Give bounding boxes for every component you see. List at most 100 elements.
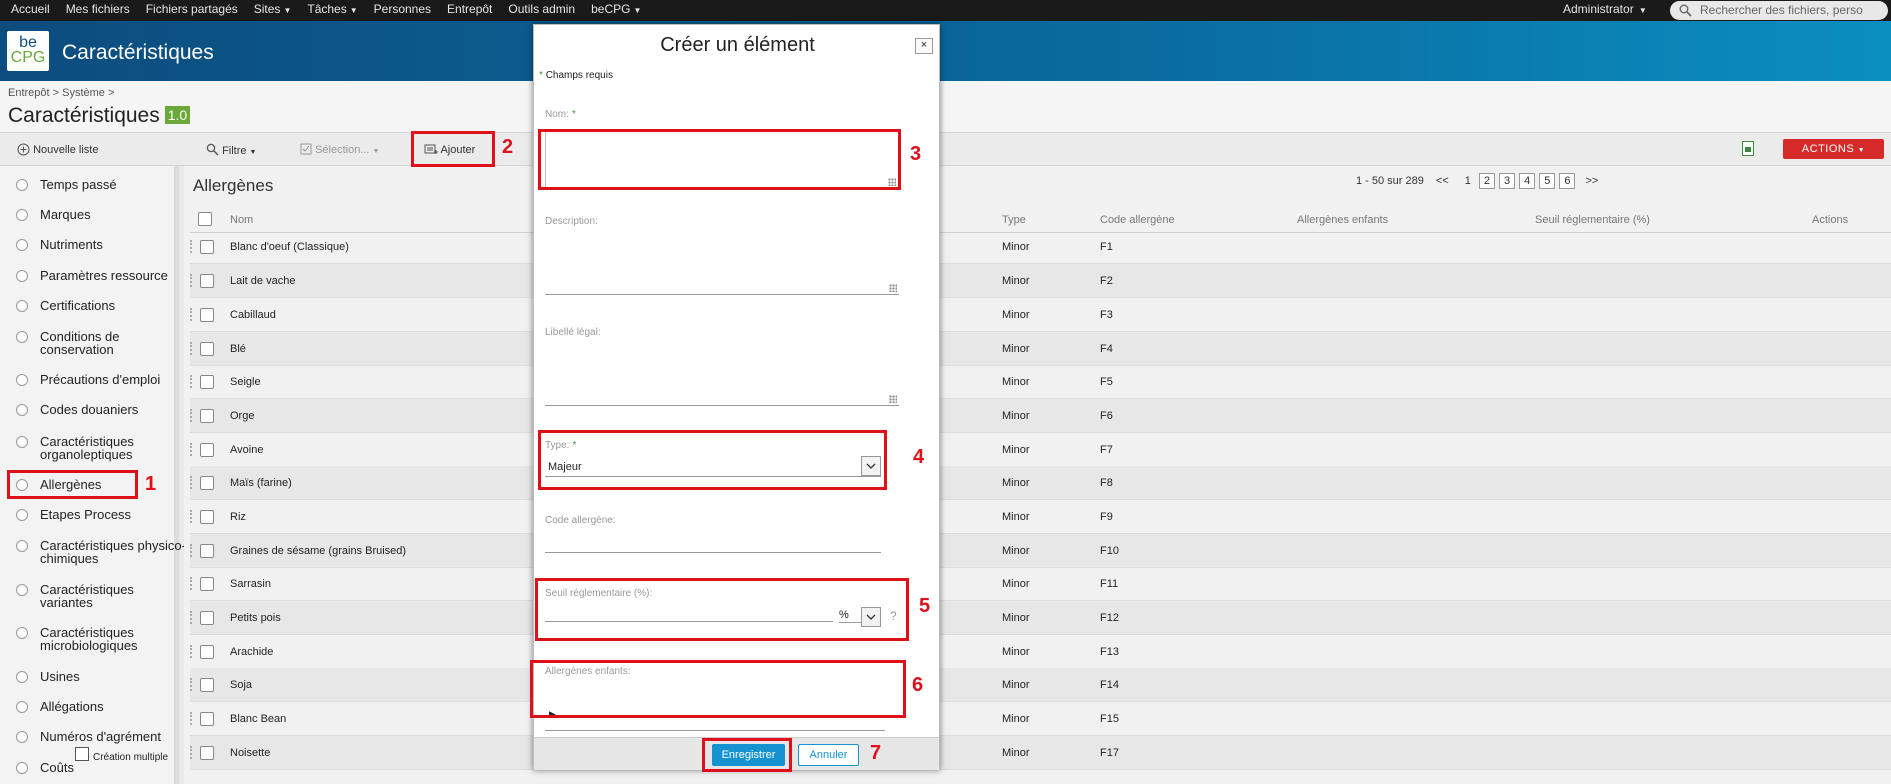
row-checkbox[interactable] [200, 544, 214, 558]
libelle-textarea[interactable] [545, 343, 899, 406]
drag-handle[interactable] [190, 544, 192, 557]
row-checkbox[interactable] [200, 678, 214, 692]
pager-page-4[interactable]: 4 [1519, 173, 1536, 189]
column-seuil[interactable]: Seuil réglementaire (%) [1535, 214, 1650, 226]
table-row[interactable]: Seigle Minor F5 [190, 365, 1891, 399]
pager-page-6[interactable]: 6 [1559, 173, 1576, 189]
drag-handle[interactable] [190, 611, 192, 624]
pager-range: 1 - 50 sur 289 [1356, 175, 1424, 187]
row-checkbox[interactable] [200, 342, 214, 356]
drag-handle[interactable] [190, 712, 192, 725]
drag-handle[interactable] [190, 510, 192, 523]
row-checkbox[interactable] [200, 611, 214, 625]
excel-export-icon[interactable] [1742, 141, 1754, 156]
select-all-checkbox[interactable] [198, 212, 212, 226]
row-checkbox[interactable] [200, 375, 214, 389]
resize-handle-icon[interactable] [889, 284, 897, 292]
table-row[interactable]: Graines de sésame (grains Bruised) Minor F… [190, 534, 1891, 568]
nav-taches[interactable]: Tâches ▼ [307, 2, 357, 16]
drag-handle[interactable] [190, 476, 192, 489]
radio-icon [16, 731, 28, 743]
nav-mes-fichiers[interactable]: Mes fichiers [66, 2, 130, 16]
cell-type: Minor [1002, 275, 1030, 287]
multiple-creation-label: Création multiple [93, 752, 169, 763]
drag-handle[interactable] [190, 375, 192, 388]
table-row[interactable]: Blanc Bean Minor F15 [190, 702, 1891, 736]
filter-button[interactable]: Filtre ▼ [206, 143, 256, 157]
version-badge: 1.0 [164, 106, 191, 124]
actions-button[interactable]: ACTIONS ▼ [1783, 139, 1884, 159]
row-checkbox[interactable] [200, 510, 214, 524]
nav-personnes[interactable]: Personnes [374, 2, 431, 16]
multiple-creation-checkbox[interactable] [75, 747, 89, 761]
drag-handle[interactable] [190, 308, 192, 321]
drag-handle[interactable] [190, 240, 192, 253]
drag-handle[interactable] [190, 274, 192, 287]
close-button[interactable]: × [915, 38, 933, 54]
drag-handle[interactable] [190, 577, 192, 590]
column-enfants[interactable]: Allergènes enfants [1297, 214, 1388, 226]
nav-entrepot[interactable]: Entrepôt [447, 2, 492, 16]
pager-first[interactable]: << [1436, 175, 1449, 187]
pager-page-5[interactable]: 5 [1539, 173, 1556, 189]
row-checkbox[interactable] [200, 712, 214, 726]
row-checkbox[interactable] [200, 443, 214, 457]
column-nom[interactable]: Nom [230, 214, 253, 226]
new-list-label: Nouvelle liste [33, 144, 99, 156]
nav-outils-admin[interactable]: Outils admin [508, 2, 575, 16]
nav-fichiers-partages[interactable]: Fichiers partagés [146, 2, 238, 16]
row-checkbox[interactable] [200, 645, 214, 659]
cancel-button[interactable]: Annuler [798, 744, 859, 766]
resize-handle-icon[interactable] [889, 395, 897, 403]
top-nav-menu: Accueil Mes fichiers Fichiers partagés S… [11, 2, 641, 16]
annotation-box-5 [535, 578, 909, 641]
nav-accueil[interactable]: Accueil [11, 2, 50, 16]
drag-handle[interactable] [190, 645, 192, 658]
new-list-button[interactable]: Nouvelle liste [17, 143, 98, 156]
row-checkbox[interactable] [200, 240, 214, 254]
table-row[interactable]: Soja Minor F14 [190, 668, 1891, 702]
row-checkbox[interactable] [200, 409, 214, 423]
table-row[interactable]: Cabillaud Minor F3 [190, 298, 1891, 332]
table-row[interactable]: Blé Minor F4 [190, 332, 1891, 366]
code-input[interactable] [545, 533, 881, 553]
drag-handle[interactable] [190, 746, 192, 759]
column-code[interactable]: Code allergène [1100, 214, 1175, 226]
nav-becpg[interactable]: beCPG ▼ [591, 2, 641, 16]
row-checkbox[interactable] [200, 746, 214, 760]
drag-handle[interactable] [190, 409, 192, 422]
user-menu[interactable]: Administrator ▼ [1563, 2, 1647, 16]
global-search-input[interactable]: Rechercher des fichiers, perso [1670, 1, 1888, 20]
annotation-number-1: 1 [145, 473, 157, 495]
drag-handle[interactable] [190, 443, 192, 456]
table-row[interactable]: Sarrasin Minor F11 [190, 567, 1891, 601]
row-checkbox[interactable] [200, 476, 214, 490]
cell-code: F13 [1100, 646, 1119, 658]
row-checkbox[interactable] [200, 308, 214, 322]
row-checkbox[interactable] [200, 577, 214, 591]
description-textarea[interactable] [545, 231, 899, 295]
table-row[interactable]: Avoine Minor F7 [190, 433, 1891, 467]
pager-page-3[interactable]: 3 [1498, 173, 1516, 189]
drag-handle[interactable] [190, 678, 192, 691]
table-row[interactable]: Orge Minor F6 [190, 399, 1891, 433]
column-type[interactable]: Type [1002, 214, 1026, 226]
pager-page-2[interactable]: 2 [1478, 173, 1495, 189]
sidebar-item-label: Numéros d'agrément [40, 729, 161, 744]
caret-down-icon: ▼ [349, 6, 358, 15]
table-row[interactable]: Arachide Minor F13 [190, 635, 1891, 669]
becpg-logo[interactable]: be CPG [7, 31, 49, 71]
nav-sites-label: Sites [253, 2, 281, 16]
pager-next[interactable]: >> [1585, 175, 1598, 187]
table-row[interactable]: Lait de vache Minor F2 [190, 264, 1891, 298]
nav-sites[interactable]: Sites ▼ [254, 2, 292, 16]
table-row[interactable]: Noisette Minor F17 [190, 736, 1891, 770]
table-row[interactable]: Maïs (farine) Minor F8 [190, 466, 1891, 500]
table-row[interactable]: Blanc d'oeuf (Classique) Minor F1 [190, 230, 1891, 264]
table-row[interactable]: Petits pois Minor F12 [190, 601, 1891, 635]
selection-button[interactable]: Sélection... ▼ [300, 143, 379, 156]
table-row[interactable]: Riz Minor F9 [190, 500, 1891, 534]
drag-handle[interactable] [190, 342, 192, 355]
breadcrumb[interactable]: Entrepôt > Système > [8, 87, 114, 99]
row-checkbox[interactable] [200, 274, 214, 288]
